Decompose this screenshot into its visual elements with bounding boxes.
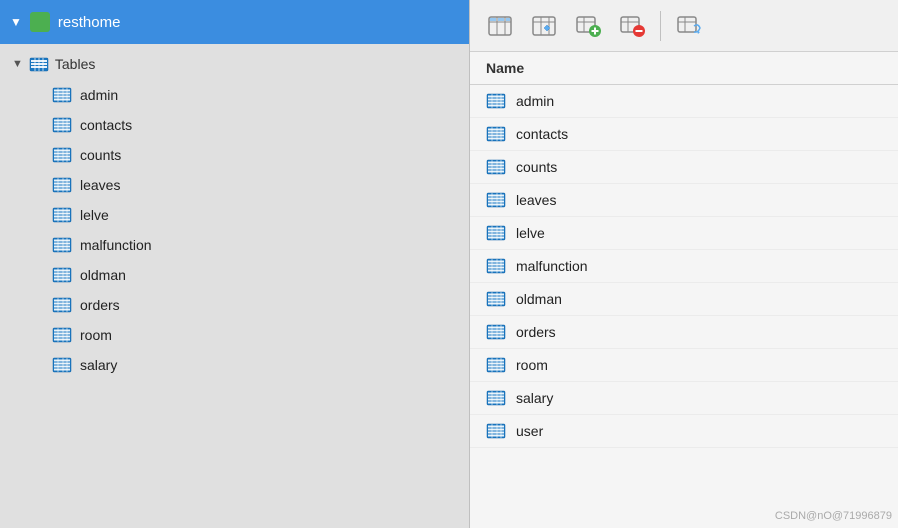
tree-item[interactable]: admin	[0, 80, 469, 110]
toolbar-btn-refresh[interactable]	[669, 8, 709, 44]
remove-table-icon	[618, 12, 646, 40]
toolbar-divider	[660, 11, 661, 41]
table-icon	[486, 322, 506, 342]
tree-item-label: admin	[80, 87, 118, 103]
table-icon	[52, 325, 72, 345]
edit-table-icon	[530, 12, 558, 40]
add-table-icon	[574, 12, 602, 40]
tree-item[interactable]: room	[0, 320, 469, 350]
tree-item[interactable]: lelve	[0, 200, 469, 230]
table-icon	[486, 91, 506, 111]
right-item-label: room	[516, 357, 548, 373]
right-item-label: counts	[516, 159, 557, 175]
table-icon	[486, 124, 506, 144]
db-expand-arrow: ▼	[10, 15, 22, 29]
table-icon	[52, 85, 72, 105]
tables-folder-icon	[29, 54, 49, 74]
right-item-label: leaves	[516, 192, 556, 208]
tree-item-label: oldman	[80, 267, 126, 283]
right-table-row[interactable]: counts	[470, 151, 898, 184]
right-item-label: user	[516, 423, 543, 439]
right-item-label: orders	[516, 324, 556, 340]
tree-item-label: salary	[80, 357, 117, 373]
left-items-container: admin contacts counts	[0, 80, 469, 380]
tree-item[interactable]: malfunction	[0, 230, 469, 260]
right-item-label: malfunction	[516, 258, 588, 274]
right-table-row[interactable]: contacts	[470, 118, 898, 151]
tables-expand-arrow: ▼	[12, 58, 23, 70]
tree-item[interactable]: leaves	[0, 170, 469, 200]
tree-item[interactable]: orders	[0, 290, 469, 320]
right-items-container: admin contacts counts	[470, 85, 898, 448]
table-icon	[486, 157, 506, 177]
right-table-row[interactable]: oldman	[470, 283, 898, 316]
tree-item-label: orders	[80, 297, 120, 313]
right-panel: Name admin contacts	[470, 0, 898, 528]
tree-item[interactable]: contacts	[0, 110, 469, 140]
table-icon	[486, 421, 506, 441]
right-table-row[interactable]: lelve	[470, 217, 898, 250]
toolbar-btn-edit[interactable]	[524, 8, 564, 44]
right-item-label: admin	[516, 93, 554, 109]
tree-item-label: room	[80, 327, 112, 343]
table-icon	[486, 388, 506, 408]
right-item-label: contacts	[516, 126, 568, 142]
table-icon	[52, 205, 72, 225]
tree-item[interactable]: oldman	[0, 260, 469, 290]
toolbar-btn-remove[interactable]	[612, 8, 652, 44]
right-table-row[interactable]: admin	[470, 85, 898, 118]
table-icon	[52, 265, 72, 285]
tree-item-label: contacts	[80, 117, 132, 133]
table-icon	[486, 256, 506, 276]
right-item-label: oldman	[516, 291, 562, 307]
table-icon	[486, 289, 506, 309]
db-icon	[30, 12, 50, 32]
toolbar	[470, 0, 898, 52]
tree-item-label: counts	[80, 147, 121, 163]
right-table-row[interactable]: room	[470, 349, 898, 382]
db-header[interactable]: ▼ resthome	[0, 0, 469, 44]
right-table-row[interactable]: leaves	[470, 184, 898, 217]
right-table-row[interactable]: malfunction	[470, 250, 898, 283]
tree-body: ▼ Tables admin	[0, 44, 469, 528]
right-item-label: salary	[516, 390, 553, 406]
table-icon	[52, 175, 72, 195]
table-icon	[52, 145, 72, 165]
refresh-table-icon	[675, 12, 703, 40]
toolbar-btn-add[interactable]	[568, 8, 608, 44]
col-header-name: Name	[486, 60, 524, 76]
table-icon	[486, 355, 506, 375]
right-table-row[interactable]: salary	[470, 382, 898, 415]
db-title: resthome	[58, 14, 121, 31]
tables-label: Tables	[55, 56, 95, 72]
table-icon	[486, 190, 506, 210]
tree-item-label: leaves	[80, 177, 120, 193]
table-view-icon	[486, 12, 514, 40]
tree-item-label: malfunction	[80, 237, 152, 253]
left-panel: ▼ resthome ▼ Tables	[0, 0, 470, 528]
table-icon	[52, 295, 72, 315]
tree-item-label: lelve	[80, 207, 109, 223]
right-table-row[interactable]: user	[470, 415, 898, 448]
tables-row[interactable]: ▼ Tables	[0, 48, 469, 80]
tree-item[interactable]: salary	[0, 350, 469, 380]
col-header: Name	[470, 52, 898, 85]
table-icon	[52, 235, 72, 255]
table-icon	[52, 355, 72, 375]
right-item-label: lelve	[516, 225, 545, 241]
table-icon	[52, 115, 72, 135]
tree-item[interactable]: counts	[0, 140, 469, 170]
right-table-row[interactable]: orders	[470, 316, 898, 349]
toolbar-btn-view[interactable]	[480, 8, 520, 44]
right-table-area: admin contacts counts	[470, 85, 898, 528]
table-icon	[486, 223, 506, 243]
